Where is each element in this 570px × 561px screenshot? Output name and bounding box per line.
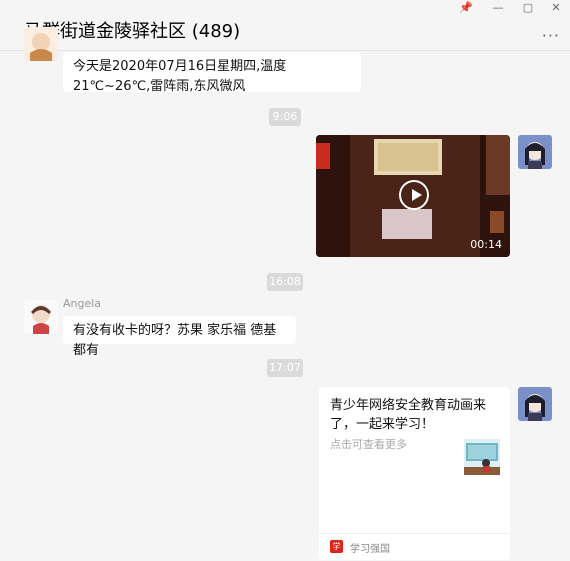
minimize-button[interactable]: — [484,0,512,16]
angela-message[interactable]: 有没有收卡的呀？苏果 家乐福 德基都有 [63,316,296,358]
more-options-icon[interactable]: ··· [542,26,560,45]
timestamp: 16:08 [267,273,303,291]
title-bar: 马群街道金陵驿社区 (489) 📌 — ▢ ✕ ··· [0,0,570,51]
xuexi-app-icon: 学 [330,540,343,553]
video-duration: 00:14 [470,238,502,251]
video-message[interactable]: 00:14 [316,135,510,257]
avatar[interactable] [24,27,58,61]
card-description: 点击可查看更多 [330,438,407,451]
timestamp: 17:07 [267,359,303,377]
card-title: 青少年网络安全教育动画来了，一起来学习！ [330,398,487,432]
card-thumbnail [464,439,500,475]
pin-icon[interactable]: 📌 [452,0,480,16]
my-avatar[interactable] [518,135,552,169]
play-icon[interactable] [399,180,429,210]
sender-name: Angela [63,297,102,310]
card-footer: 学 学习强国 [319,533,510,561]
angela-avatar[interactable] [24,300,58,334]
weather-message[interactable]: 今天是2020年07月16日星期四,温度21℃~26℃,雷阵雨,东风微风 [63,52,361,94]
timestamp: 9:06 [269,108,301,126]
my-avatar[interactable] [518,387,552,421]
chat-area: 今天是2020年07月16日星期四,温度21℃~26℃,雷阵雨,东风微风 9:0… [0,27,570,560]
shared-link-card[interactable]: 青少年网络安全教育动画来了，一起来学习！ 点击可查看更多 学 学习强国 [319,387,510,560]
maximize-button[interactable]: ▢ [514,0,542,16]
close-button[interactable]: ✕ [542,0,570,16]
card-app-name: 学习强国 [350,544,390,555]
